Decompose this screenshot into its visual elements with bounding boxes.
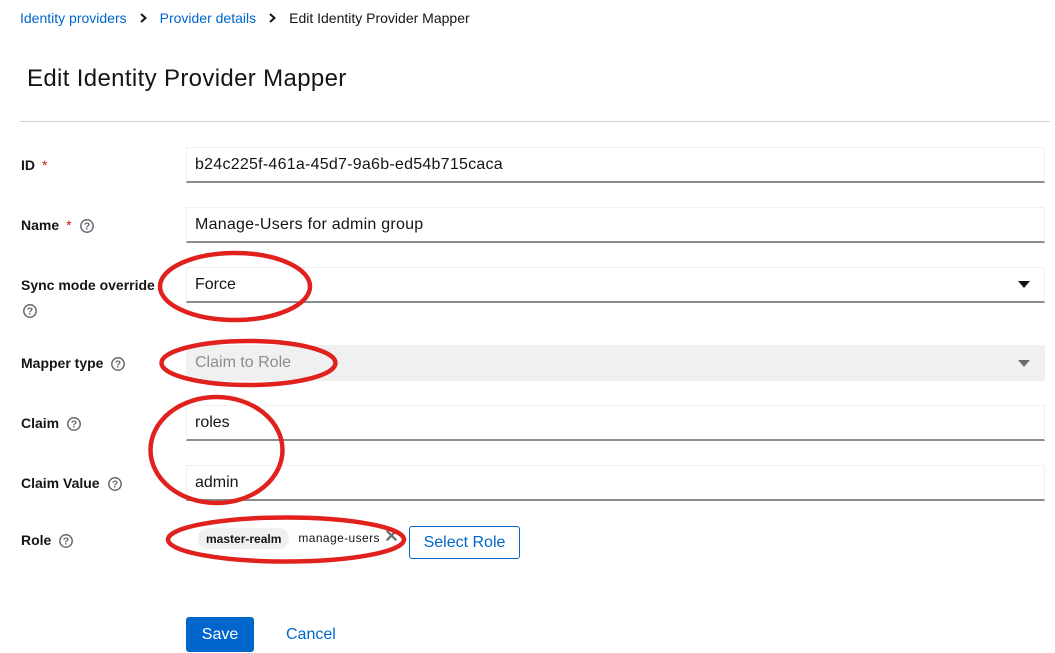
svg-text:?: ? [63,536,69,548]
svg-text:?: ? [27,306,33,318]
svg-text:?: ? [115,359,121,371]
svg-text:?: ? [83,221,89,233]
svg-text:?: ? [111,479,117,491]
svg-text:?: ? [71,419,77,431]
